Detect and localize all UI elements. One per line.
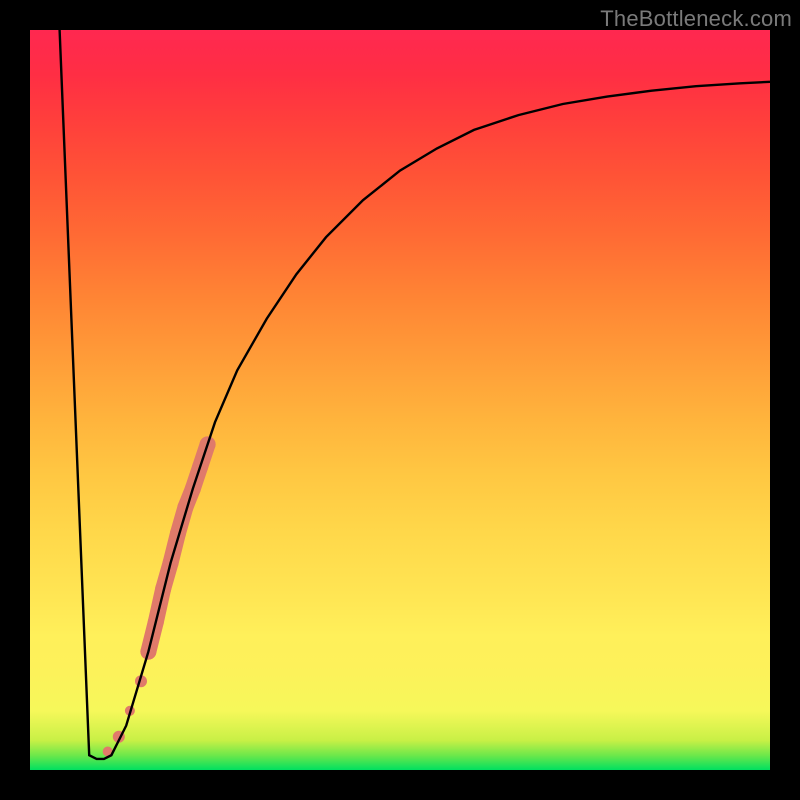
- chart-svg: [30, 30, 770, 770]
- plot-area: [30, 30, 770, 770]
- chart-frame: TheBottleneck.com: [0, 0, 800, 800]
- curve-line: [60, 30, 770, 759]
- watermark-text: TheBottleneck.com: [600, 6, 792, 32]
- highlight-segment: [103, 436, 216, 756]
